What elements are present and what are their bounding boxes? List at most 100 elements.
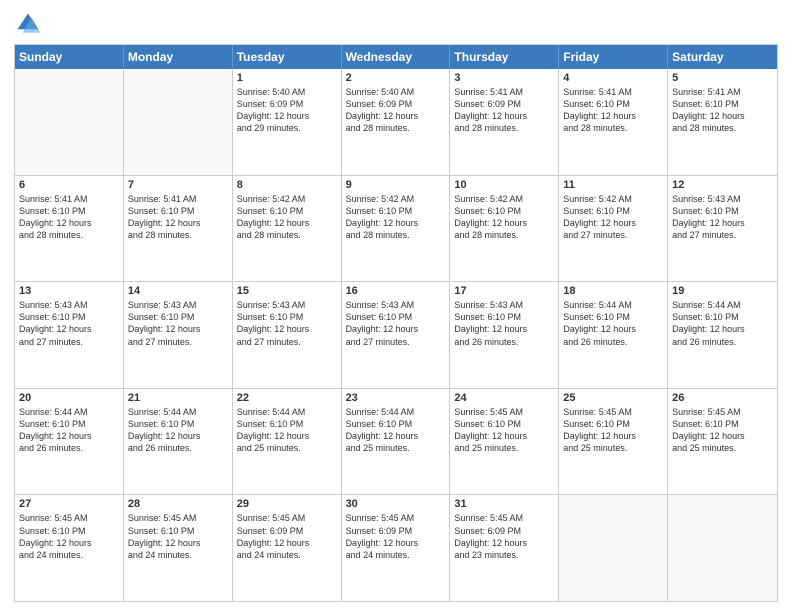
cell-info: Sunrise: 5:45 AMSunset: 6:09 PMDaylight:… [454, 512, 554, 561]
cell-info: Sunrise: 5:44 AMSunset: 6:10 PMDaylight:… [672, 299, 773, 348]
cell-info: Sunrise: 5:42 AMSunset: 6:10 PMDaylight:… [563, 193, 663, 242]
calendar-cell: 9Sunrise: 5:42 AMSunset: 6:10 PMDaylight… [342, 176, 451, 282]
page: SundayMondayTuesdayWednesdayThursdayFrid… [0, 0, 792, 612]
calendar-week-row: 13 Sunrise: 5:43 AMSunset: 6:10 PMDayligh… [15, 281, 777, 388]
cell-info: Sunrise: 5:41 AMSunset: 6:10 PMDaylight:… [128, 193, 228, 242]
calendar-cell: 19 Sunrise: 5:44 AMSunset: 6:10 PMDayligh… [668, 282, 777, 388]
calendar-header-cell: Wednesday [342, 45, 451, 69]
calendar: SundayMondayTuesdayWednesdayThursdayFrid… [14, 44, 778, 602]
cell-info: Sunrise: 5:45 AMSunset: 6:09 PMDaylight:… [237, 512, 337, 561]
cell-info: Sunrise: 5:44 AMSunset: 6:10 PMDaylight:… [346, 406, 446, 455]
day-number: 28 [128, 498, 228, 510]
calendar-cell [668, 495, 777, 601]
day-number: 8 [237, 179, 337, 191]
calendar-cell: 23Sunrise: 5:44 AMSunset: 6:10 PMDayligh… [342, 389, 451, 495]
calendar-cell: 30Sunrise: 5:45 AMSunset: 6:09 PMDayligh… [342, 495, 451, 601]
day-number: 3 [454, 72, 554, 84]
cell-info: Sunrise: 5:41 AMSunset: 6:09 PMDaylight:… [454, 86, 554, 135]
calendar-cell: 7 Sunrise: 5:41 AMSunset: 6:10 PMDaylight… [124, 176, 233, 282]
day-number: 6 [19, 179, 119, 191]
calendar-body: 1 Sunrise: 5:40 AMSunset: 6:09 PMDaylight… [15, 69, 777, 601]
day-number: 13 [19, 285, 119, 297]
calendar-cell: 22 Sunrise: 5:44 AMSunset: 6:10 PMDayligh… [233, 389, 342, 495]
calendar-header-cell: Tuesday [233, 45, 342, 69]
cell-info: Sunrise: 5:44 AMSunset: 6:10 PMDaylight:… [237, 406, 337, 455]
cell-info: Sunrise: 5:43 AMSunset: 6:10 PMDaylight:… [672, 193, 773, 242]
calendar-cell: 17 Sunrise: 5:43 AMSunset: 6:10 PMDayligh… [450, 282, 559, 388]
calendar-header-cell: Thursday [450, 45, 559, 69]
calendar-cell: 16 Sunrise: 5:43 AMSunset: 6:10 PMDayligh… [342, 282, 451, 388]
day-number: 16 [346, 285, 446, 297]
cell-info: Sunrise: 5:43 AMSunset: 6:10 PMDaylight:… [128, 299, 228, 348]
day-number: 9 [346, 179, 446, 191]
cell-info: Sunrise: 5:40 AMSunset: 6:09 PMDaylight:… [237, 86, 337, 135]
cell-info: Sunrise: 5:44 AMSunset: 6:10 PMDaylight:… [563, 299, 663, 348]
day-number: 31 [454, 498, 554, 510]
cell-info: Sunrise: 5:42 AMSunset: 6:10 PMDaylight:… [454, 193, 554, 242]
day-number: 29 [237, 498, 337, 510]
day-number: 12 [672, 179, 773, 191]
calendar-cell: 27 Sunrise: 5:45 AMSunset: 6:10 PMDayligh… [15, 495, 124, 601]
logo-icon [14, 10, 42, 38]
day-number: 22 [237, 392, 337, 404]
day-number: 1 [237, 72, 337, 84]
cell-info: Sunrise: 5:45 AMSunset: 6:10 PMDaylight:… [19, 512, 119, 561]
calendar-cell: 25 Sunrise: 5:45 AMSunset: 6:10 PMDayligh… [559, 389, 668, 495]
calendar-header-cell: Monday [124, 45, 233, 69]
calendar-week-row: 20 Sunrise: 5:44 AMSunset: 6:10 PMDayligh… [15, 388, 777, 495]
calendar-header-cell: Saturday [668, 45, 777, 69]
cell-info: Sunrise: 5:40 AMSunset: 6:09 PMDaylight:… [346, 86, 446, 135]
calendar-cell: 2 Sunrise: 5:40 AMSunset: 6:09 PMDaylight… [342, 69, 451, 175]
calendar-cell: 4Sunrise: 5:41 AMSunset: 6:10 PMDaylight… [559, 69, 668, 175]
calendar-cell: 10 Sunrise: 5:42 AMSunset: 6:10 PMDayligh… [450, 176, 559, 282]
day-number: 14 [128, 285, 228, 297]
calendar-cell: 18Sunrise: 5:44 AMSunset: 6:10 PMDayligh… [559, 282, 668, 388]
day-number: 15 [237, 285, 337, 297]
calendar-cell: 1 Sunrise: 5:40 AMSunset: 6:09 PMDaylight… [233, 69, 342, 175]
calendar-cell [124, 69, 233, 175]
calendar-cell: 28 Sunrise: 5:45 AMSunset: 6:10 PMDayligh… [124, 495, 233, 601]
calendar-cell: 14 Sunrise: 5:43 AMSunset: 6:10 PMDayligh… [124, 282, 233, 388]
calendar-cell: 6 Sunrise: 5:41 AMSunset: 6:10 PMDaylight… [15, 176, 124, 282]
cell-info: Sunrise: 5:43 AMSunset: 6:10 PMDaylight:… [237, 299, 337, 348]
calendar-cell: 11Sunrise: 5:42 AMSunset: 6:10 PMDayligh… [559, 176, 668, 282]
cell-info: Sunrise: 5:45 AMSunset: 6:10 PMDaylight:… [563, 406, 663, 455]
day-number: 7 [128, 179, 228, 191]
day-number: 5 [672, 72, 773, 84]
cell-info: Sunrise: 5:45 AMSunset: 6:10 PMDaylight:… [128, 512, 228, 561]
day-number: 19 [672, 285, 773, 297]
calendar-cell: 21Sunrise: 5:44 AMSunset: 6:10 PMDayligh… [124, 389, 233, 495]
cell-info: Sunrise: 5:45 AMSunset: 6:10 PMDaylight:… [672, 406, 773, 455]
calendar-cell: 3 Sunrise: 5:41 AMSunset: 6:09 PMDaylight… [450, 69, 559, 175]
calendar-cell: 13 Sunrise: 5:43 AMSunset: 6:10 PMDayligh… [15, 282, 124, 388]
day-number: 4 [563, 72, 663, 84]
day-number: 20 [19, 392, 119, 404]
cell-info: Sunrise: 5:43 AMSunset: 6:10 PMDaylight:… [19, 299, 119, 348]
calendar-week-row: 27 Sunrise: 5:45 AMSunset: 6:10 PMDayligh… [15, 494, 777, 601]
cell-info: Sunrise: 5:44 AMSunset: 6:10 PMDaylight:… [19, 406, 119, 455]
cell-info: Sunrise: 5:45 AMSunset: 6:10 PMDaylight:… [454, 406, 554, 455]
calendar-cell: 15 Sunrise: 5:43 AMSunset: 6:10 PMDayligh… [233, 282, 342, 388]
day-number: 2 [346, 72, 446, 84]
calendar-header-cell: Sunday [15, 45, 124, 69]
calendar-header-cell: Friday [559, 45, 668, 69]
calendar-cell: 31 Sunrise: 5:45 AMSunset: 6:09 PMDayligh… [450, 495, 559, 601]
calendar-cell: 12 Sunrise: 5:43 AMSunset: 6:10 PMDayligh… [668, 176, 777, 282]
day-number: 25 [563, 392, 663, 404]
cell-info: Sunrise: 5:43 AMSunset: 6:10 PMDaylight:… [346, 299, 446, 348]
calendar-week-row: 1 Sunrise: 5:40 AMSunset: 6:09 PMDaylight… [15, 69, 777, 175]
calendar-cell: 5 Sunrise: 5:41 AMSunset: 6:10 PMDaylight… [668, 69, 777, 175]
calendar-cell: 24 Sunrise: 5:45 AMSunset: 6:10 PMDayligh… [450, 389, 559, 495]
day-number: 10 [454, 179, 554, 191]
day-number: 27 [19, 498, 119, 510]
day-number: 17 [454, 285, 554, 297]
calendar-cell: 8Sunrise: 5:42 AMSunset: 6:10 PMDaylight… [233, 176, 342, 282]
cell-info: Sunrise: 5:41 AMSunset: 6:10 PMDaylight:… [672, 86, 773, 135]
calendar-header-row: SundayMondayTuesdayWednesdayThursdayFrid… [15, 45, 777, 69]
day-number: 24 [454, 392, 554, 404]
cell-info: Sunrise: 5:41 AMSunset: 6:10 PMDaylight:… [19, 193, 119, 242]
cell-info: Sunrise: 5:45 AMSunset: 6:09 PMDaylight:… [346, 512, 446, 561]
header [14, 10, 778, 38]
day-number: 26 [672, 392, 773, 404]
cell-info: Sunrise: 5:43 AMSunset: 6:10 PMDaylight:… [454, 299, 554, 348]
